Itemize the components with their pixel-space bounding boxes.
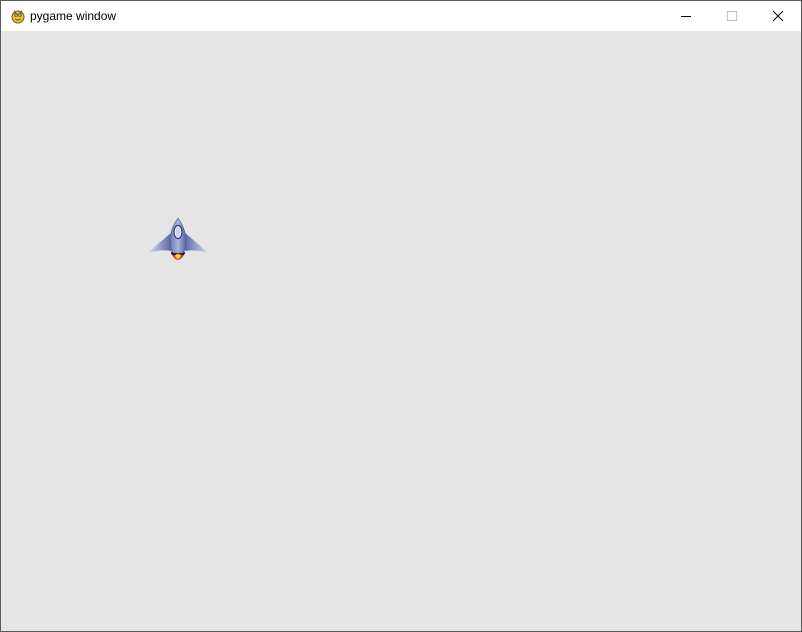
window-title: pygame window (30, 9, 117, 23)
game-canvas[interactable] (1, 31, 801, 631)
rocket-ship-sprite (147, 217, 209, 267)
pygame-snake-icon (10, 8, 26, 24)
close-button[interactable] (755, 1, 801, 31)
minimize-button[interactable] (663, 1, 709, 31)
maximize-button[interactable] (709, 1, 755, 31)
title-bar[interactable]: pygame window (1, 1, 801, 31)
pygame-window: pygame window (0, 0, 802, 632)
